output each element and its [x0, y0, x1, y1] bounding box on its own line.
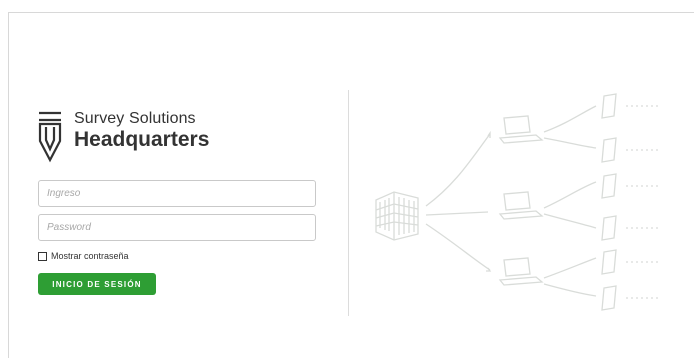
login-input[interactable]: [38, 180, 316, 207]
laptop-icon: [498, 191, 544, 220]
password-input[interactable]: [38, 214, 316, 241]
signin-button[interactable]: INICIO DE SESIÓN: [38, 273, 156, 295]
tablet-icon: [601, 249, 617, 275]
brand-logo: Survey Solutions Headquarters: [38, 110, 209, 163]
brand-subtitle: Survey Solutions: [74, 110, 196, 127]
tablet-icon: [601, 285, 617, 311]
brand-title: Headquarters: [74, 128, 210, 151]
tablet-icon: [601, 93, 617, 119]
show-password-label: Mostrar contraseña: [51, 251, 129, 261]
laptop-icon: [498, 257, 544, 286]
tablet-icon: [601, 215, 617, 241]
building-icon: [375, 191, 419, 241]
brand-text: Survey Solutions Headquarters: [74, 110, 209, 152]
show-password-toggle[interactable]: Mostrar contraseña: [38, 251, 129, 261]
tablet-icon: [601, 137, 617, 163]
survey-solutions-logo-icon: [38, 111, 62, 163]
tablet-icon: [601, 173, 617, 199]
show-password-checkbox[interactable]: [38, 251, 47, 261]
laptop-icon: [498, 115, 544, 144]
vertical-divider: [348, 90, 349, 316]
data-flow-illustration: [375, 93, 660, 311]
